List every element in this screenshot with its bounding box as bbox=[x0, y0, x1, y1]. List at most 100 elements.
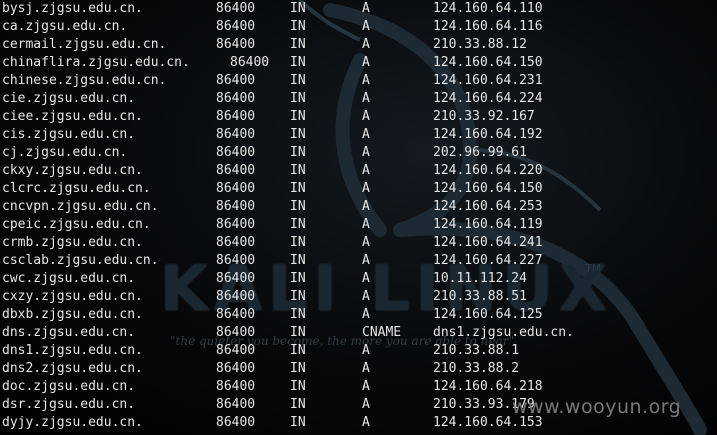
dns-record-row: ckxy.zjgsu.edu.cn. 86400 IN A 124.160.64.220 bbox=[0, 162, 717, 180]
record-name: cpeic.zjgsu.edu.cn. bbox=[2, 217, 151, 232]
dns-record-row: ca.zjgsu.edu.cn. 86400 IN A 124.160.64.116 bbox=[0, 18, 717, 36]
record-type: A bbox=[362, 379, 370, 394]
wooyun-watermark: www.wooyun.org bbox=[512, 396, 682, 418]
record-ttl: 86400 bbox=[216, 415, 256, 430]
record-name: clcrc.zjgsu.edu.cn. bbox=[2, 181, 151, 196]
record-name: bysj.zjgsu.edu.cn. bbox=[2, 1, 143, 16]
dns-record-row: cermail.zjgsu.edu.cn. 86400 IN A 210.33.88.1… bbox=[0, 36, 717, 54]
record-class: IN bbox=[290, 109, 306, 124]
dns-record-row: cwc.zjgsu.edu.cn. 86400 IN A 10.11.112.24 bbox=[0, 270, 717, 288]
dns-record-row: chinaflira.zjgsu.edu.cn. 86400 IN A 124.160.… bbox=[0, 54, 717, 72]
record-class: IN bbox=[290, 379, 306, 394]
record-name: crmb.zjgsu.edu.cn. bbox=[2, 235, 143, 250]
record-type: A bbox=[362, 307, 370, 322]
record-ttl: 86400 bbox=[216, 217, 256, 232]
record-name: csclab.zjgsu.edu.cn. bbox=[2, 253, 159, 268]
record-value: 210.33.88.2 bbox=[433, 361, 520, 376]
record-class: IN bbox=[290, 127, 306, 142]
record-type: A bbox=[362, 163, 370, 178]
dns-record-row: cj.zjgsu.edu.cn. 86400 IN A 202.96.99.61 bbox=[0, 144, 717, 162]
record-class: IN bbox=[290, 397, 306, 412]
record-ttl: 86400 bbox=[216, 307, 256, 322]
record-class: IN bbox=[290, 307, 306, 322]
record-value: 124.160.64.231 bbox=[433, 73, 543, 88]
record-type: A bbox=[362, 235, 370, 250]
record-value: 124.160.64.218 bbox=[433, 379, 543, 394]
dns-record-row: cie.zjgsu.edu.cn. 86400 IN A 124.160.64.224 bbox=[0, 90, 717, 108]
record-name: cie.zjgsu.edu.cn. bbox=[2, 91, 136, 106]
record-type: A bbox=[362, 343, 370, 358]
record-ttl: 86400 bbox=[216, 397, 256, 412]
record-name: cermail.zjgsu.edu.cn. bbox=[2, 37, 167, 52]
record-ttl: 86400 bbox=[216, 91, 256, 106]
record-ttl: 86400 bbox=[216, 235, 256, 250]
record-type: A bbox=[362, 181, 370, 196]
record-value: 124.160.64.224 bbox=[433, 91, 543, 106]
record-value: 124.160.64.150 bbox=[433, 55, 543, 70]
dns-record-row: chinese.zjgsu.edu.cn. 86400 IN A 124.160.64.… bbox=[0, 72, 717, 90]
record-value: 10.11.112.24 bbox=[433, 271, 527, 286]
record-type: A bbox=[362, 361, 370, 376]
record-type: A bbox=[362, 37, 370, 52]
record-name: cj.zjgsu.edu.cn. bbox=[2, 145, 128, 160]
record-ttl: 86400 bbox=[216, 19, 256, 34]
record-ttl: 86400 bbox=[216, 343, 256, 358]
record-name: doc.zjgsu.edu.cn. bbox=[2, 379, 136, 394]
record-name: dns1.zjgsu.edu.cn. bbox=[2, 343, 143, 358]
record-value: 202.96.99.61 bbox=[433, 145, 527, 160]
record-value: 124.160.64.227 bbox=[433, 253, 543, 268]
record-class: IN bbox=[290, 217, 306, 232]
dns-record-row: clcrc.zjgsu.edu.cn. 86400 IN A 124.160.64.15… bbox=[0, 180, 717, 198]
record-ttl: 86400 bbox=[216, 109, 256, 124]
dns-record-row: cncvpn.zjgsu.edu.cn. 86400 IN A 124.160.64.2… bbox=[0, 198, 717, 216]
record-class: IN bbox=[290, 361, 306, 376]
record-type: A bbox=[362, 55, 370, 70]
dns-record-row: csclab.zjgsu.edu.cn. 86400 IN A 124.160.64.2… bbox=[0, 252, 717, 270]
record-class: IN bbox=[290, 145, 306, 160]
record-ttl: 86400 bbox=[216, 379, 256, 394]
record-type: A bbox=[362, 415, 370, 430]
record-class: IN bbox=[290, 199, 306, 214]
record-name: ca.zjgsu.edu.cn. bbox=[2, 19, 128, 34]
record-type: A bbox=[362, 397, 370, 412]
record-class: IN bbox=[290, 19, 306, 34]
record-class: IN bbox=[290, 253, 306, 268]
record-name: chinese.zjgsu.edu.cn. bbox=[2, 73, 167, 88]
record-value: 124.160.64.110 bbox=[433, 1, 543, 16]
record-value: 124.160.64.125 bbox=[433, 307, 543, 322]
record-class: IN bbox=[290, 415, 306, 430]
record-ttl: 86400 bbox=[216, 163, 256, 178]
record-ttl: 86400 bbox=[216, 325, 256, 340]
dns-record-row: bysj.zjgsu.edu.cn. 86400 IN A 124.160.64.110 bbox=[0, 0, 717, 18]
record-value: 124.160.64.192 bbox=[433, 127, 543, 142]
record-type: A bbox=[362, 271, 370, 286]
dns-record-row: dns1.zjgsu.edu.cn. 86400 IN A 210.33.88.1 bbox=[0, 342, 717, 360]
record-ttl: 86400 bbox=[216, 145, 256, 160]
record-class: IN bbox=[290, 325, 306, 340]
dns-record-row: doc.zjgsu.edu.cn. 86400 IN A 124.160.64.218 bbox=[0, 378, 717, 396]
record-value: 210.33.92.167 bbox=[433, 109, 535, 124]
record-type: A bbox=[362, 73, 370, 88]
record-class: IN bbox=[290, 91, 306, 106]
terminal-window[interactable]: KALI LINUX TM "the quieter you become, t… bbox=[0, 0, 717, 435]
record-class: IN bbox=[290, 1, 306, 16]
record-ttl: 86400 bbox=[216, 73, 256, 88]
record-ttl: 86400 bbox=[216, 361, 256, 376]
dns-record-row: cxzy.zjgsu.edu.cn. 86400 IN A 210.33.88.51 bbox=[0, 288, 717, 306]
record-type: CNAME bbox=[362, 325, 402, 340]
record-type: A bbox=[362, 1, 370, 16]
record-name: dns.zjgsu.edu.cn. bbox=[2, 325, 136, 340]
record-ttl: 86400 bbox=[216, 271, 256, 286]
record-name: ciee.zjgsu.edu.cn. bbox=[2, 109, 143, 124]
record-type: A bbox=[362, 109, 370, 124]
record-ttl: 86400 bbox=[216, 1, 256, 16]
record-type: A bbox=[362, 217, 370, 232]
record-class: IN bbox=[290, 289, 306, 304]
record-ttl: 86400 bbox=[216, 127, 256, 142]
record-value: dns1.zjgsu.edu.cn. bbox=[433, 325, 574, 340]
record-ttl: 86400 bbox=[230, 55, 270, 70]
record-value: 124.160.64.116 bbox=[433, 19, 543, 34]
record-ttl: 86400 bbox=[216, 253, 256, 268]
record-name: dbxb.zjgsu.edu.cn. bbox=[2, 307, 143, 322]
record-type: A bbox=[362, 145, 370, 160]
